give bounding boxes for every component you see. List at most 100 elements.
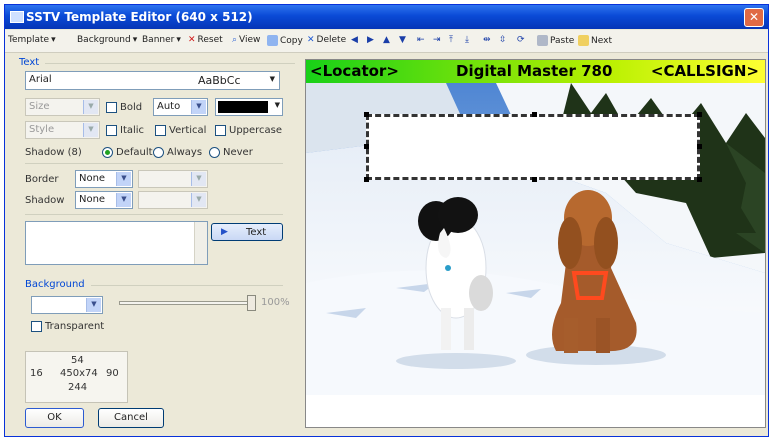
bold-label: Bold [120,102,143,113]
position-bottom: 244 [68,382,88,393]
align-right-button[interactable]: ⇥ [433,35,441,45]
template-preview-canvas[interactable]: <Locator> Digital Master 780 <CALLSIGN> [305,59,766,428]
play-icon: ▶ [221,227,228,237]
resize-handle[interactable] [697,177,702,182]
font-color-picker[interactable]: ▼ [215,98,283,116]
italic-checkbox[interactable]: Italic [106,125,144,136]
resize-handle[interactable] [532,112,537,117]
delete-button[interactable]: ✕ Delete [307,35,346,45]
text-placeholder-box[interactable] [364,112,702,182]
banner: <Locator> Digital Master 780 <CALLSIGN> [306,60,765,83]
resize-handle[interactable] [697,112,702,117]
checkbox-box [106,125,117,136]
font-select[interactable]: Arial AaBbCc ▼ [25,71,280,90]
align-left-button[interactable]: ⇤ [417,35,425,45]
default-radio[interactable]: Default [102,147,153,158]
move-left-button[interactable]: ◀ [351,35,358,45]
banner-menu[interactable]: Banner ▾ [142,35,181,45]
opacity-slider[interactable] [119,295,256,311]
chevron-down-icon: ▼ [116,172,131,186]
resize-handle[interactable] [364,177,369,182]
text-content-input[interactable] [25,221,208,265]
uppercase-label: Uppercase [229,125,283,136]
background-color-select[interactable]: ▼ [31,296,103,314]
size-select[interactable]: Size ▼ [25,98,100,116]
checkbox-box [106,102,117,113]
align-left-icon: ⇤ [417,35,425,45]
border-select[interactable]: None ▼ [75,170,133,188]
resize-handle[interactable] [364,144,369,149]
transparent-label: Transparent [45,321,105,332]
auto-select[interactable]: Auto ▼ [153,98,208,116]
vertical-label: Vertical [169,125,207,136]
style-select[interactable]: Style ▼ [25,121,100,139]
shadow-value: None [79,194,106,205]
resize-handle[interactable] [697,144,702,149]
never-radio[interactable]: Never [209,147,253,158]
center-horizontal-icon: ⇹ [483,35,491,45]
scrollbar[interactable] [194,222,207,264]
chevron-down-icon: ▼ [191,172,206,186]
chevron-down-icon: ▼ [191,100,206,114]
radio-dot [102,147,113,158]
always-label: Always [167,147,203,158]
title-bar: SSTV Template Editor (640 x 512) ✕ [5,5,768,29]
checkbox-box [31,321,42,332]
resize-handle[interactable] [532,177,537,182]
chevron-down-icon: ▼ [83,100,98,114]
paste-button[interactable]: Paste [537,35,574,46]
checkbox-box [215,125,226,136]
center-vertical-icon: ⇳ [499,35,507,45]
border-width-select[interactable]: ▼ [138,170,208,188]
text-button[interactable]: ▶ Text [211,223,283,241]
chevron-down-icon: ▼ [116,193,131,207]
template-menu[interactable]: Template ▾ [8,35,56,45]
align-top-button[interactable]: ⤒ [449,35,453,45]
resize-handle[interactable] [364,112,369,117]
next-button[interactable]: Next [578,35,612,46]
template-menu-label: Template [8,35,50,45]
vertical-checkbox[interactable]: Vertical [155,125,206,136]
shadow-width-select[interactable]: ▼ [138,191,208,209]
move-right-button[interactable]: ▶ [367,35,374,45]
chevron-down-icon: ▾ [132,35,138,45]
background-menu[interactable]: Background ▾ [77,35,137,45]
copy-icon [267,35,278,46]
move-up-button[interactable]: ▲ [383,35,390,45]
chevron-down-icon: ▼ [86,298,101,312]
cancel-button[interactable]: Cancel [98,408,164,428]
align-bottom-button[interactable]: ⤓ [465,35,469,45]
slider-value: 100% [261,297,290,308]
view-button[interactable]: ⌕ View [232,35,260,45]
transparent-checkbox[interactable]: Transparent [31,321,104,332]
center-horizontal-button[interactable]: ⇹ [483,35,491,45]
slider-thumb[interactable] [247,295,256,311]
style-placeholder: Style [29,124,55,135]
border-label: Border [25,174,59,185]
view-icon: ⌕ [232,35,238,45]
rotate-button[interactable]: ⟳ [517,35,525,45]
shadow-select[interactable]: None ▼ [75,191,133,209]
ok-button[interactable]: OK [25,408,84,428]
chevron-down-icon: ▾ [176,35,181,45]
copy-button[interactable]: Copy [267,35,303,46]
text-group-title: Text [19,57,40,68]
uppercase-checkbox[interactable]: Uppercase [215,125,282,136]
align-top-icon: ⤒ [449,35,453,45]
reset-button[interactable]: ✕ Reset [188,35,223,45]
view-label: View [239,35,261,45]
center-vertical-button[interactable]: ⇳ [499,35,507,45]
close-button[interactable]: ✕ [744,8,764,27]
arrow-left-icon: ◀ [351,35,358,45]
border-value: None [79,173,106,184]
paste-label: Paste [550,35,575,46]
window-title: SSTV Template Editor (640 x 512) [26,10,253,24]
arrow-up-icon: ▲ [383,35,390,45]
sstv-template-editor-window: SSTV Template Editor (640 x 512) ✕ Templ… [4,4,769,437]
bold-checkbox[interactable]: Bold [106,102,142,113]
position-left: 16 [30,368,43,379]
move-down-button[interactable]: ▼ [399,35,406,45]
always-radio[interactable]: Always [153,147,202,158]
chevron-down-icon: ▾ [51,35,56,45]
radio-dot [209,147,220,158]
